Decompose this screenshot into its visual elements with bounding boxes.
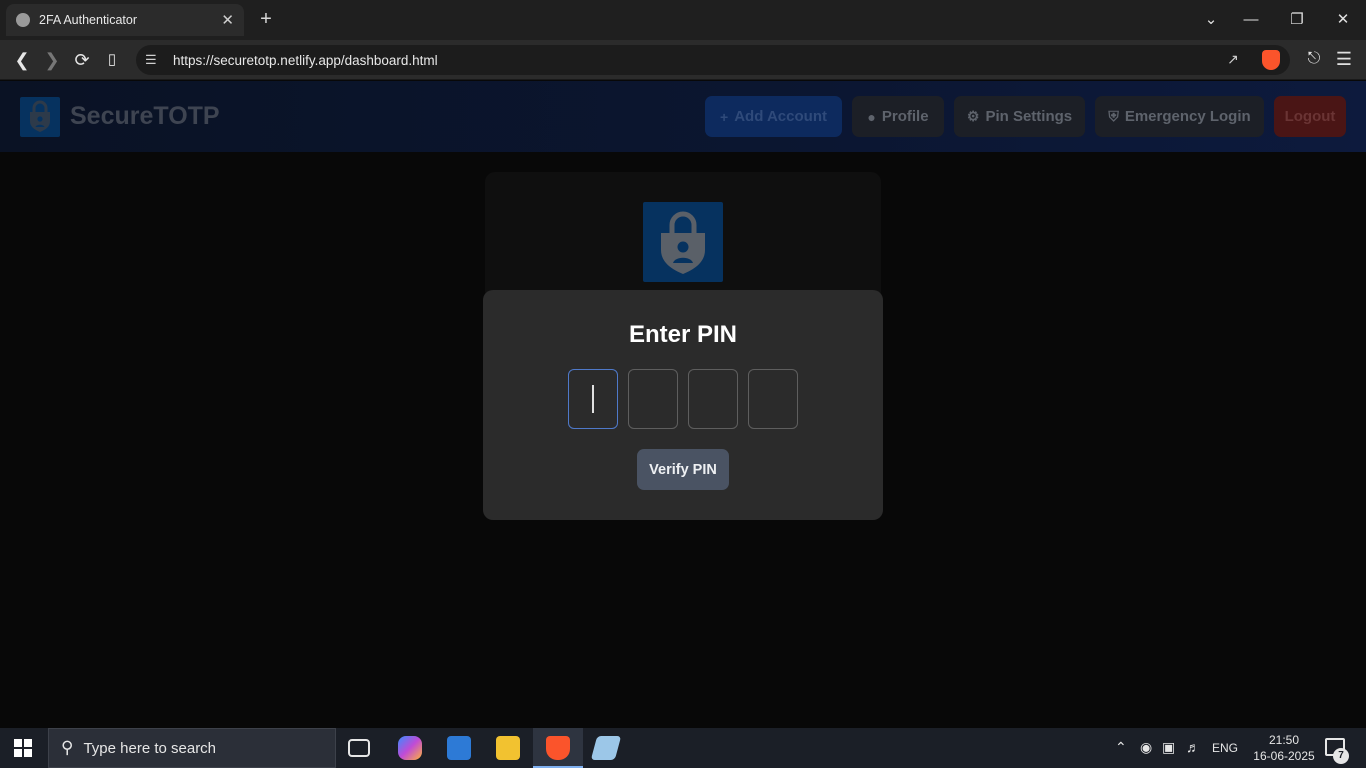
reload-icon[interactable]: ⟳ [68,46,96,74]
taskbar-search-box[interactable]: ⚲ Type here to search [48,728,336,768]
taskbar-clock[interactable]: 21:50 16-06-2025 [1249,732,1319,764]
pin-digit-4[interactable] [748,369,798,429]
browser-tab-bar: 2FA Authenticator ✕ + ⌄ — ❐ ✕ [0,0,1366,40]
camera-icon[interactable]: ◉ [1140,739,1152,756]
pin-digit-3[interactable] [688,369,738,429]
browser-tab[interactable]: 2FA Authenticator ✕ [6,4,244,36]
modal-title: Enter PIN [628,321,738,348]
windows-start-icon[interactable] [14,739,32,757]
user-icon: ● [867,108,876,125]
new-tab-button[interactable]: + [254,7,278,31]
notification-count-badge: 7 [1333,748,1349,764]
logout-label: Logout [1284,108,1336,125]
back-icon[interactable]: ❮ [8,46,36,74]
volume-icon[interactable]: ♬ [1186,739,1200,755]
text-caret [592,385,594,413]
url-text: https://securetotp.netlify.app/dashboard… [173,52,438,68]
network-icon[interactable]: ▣ [1162,739,1175,756]
task-view-icon[interactable] [348,739,370,757]
clock-time: 21:50 [1268,733,1300,747]
taskbar: ⚲ Type here to search ⌃ ◉ ▣ ♬ ENG 21:50 … [0,728,1366,768]
brave-shields-icon[interactable] [1262,50,1280,70]
profile-label: Profile [881,108,929,125]
brave-browser-icon[interactable] [546,736,570,760]
show-hidden-icons-chevron-icon[interactable]: ⌃ [1115,739,1127,756]
share-icon[interactable]: ↗ [1224,51,1242,69]
app-name: SecureTOTP [70,102,220,130]
logout-button[interactable]: Logout [1274,96,1346,137]
pin-settings-button[interactable]: ⚙ Pin Settings [954,96,1085,137]
gear-icon: ⚙ [966,108,980,124]
emergency-login-label: Emergency Login [1124,108,1251,125]
window-close-button[interactable]: ✕ [1329,6,1357,34]
pin-digit-2[interactable] [628,369,678,429]
lock-shield-icon [643,202,723,282]
bookmark-icon[interactable]: ▯ [98,46,126,74]
search-placeholder: Type here to search [83,739,217,757]
tab-list-chevron-icon[interactable]: ⌄ [1197,6,1225,34]
pin-modal: Enter PIN Verify PIN [483,290,883,520]
address-bar[interactable]: ☰ https://securetotp.netlify.app/dashboa… [136,45,1290,75]
globe-icon [16,13,30,27]
app-header: SecureTOTP + Add Account ● Profile ⚙ Pin… [0,81,1366,152]
restore-button[interactable]: ❐ [1283,6,1311,34]
verify-pin-button[interactable]: Verify PIN [637,449,729,490]
tab-close-icon[interactable]: ✕ [221,11,234,29]
add-account-label: Add Account [734,108,827,125]
forward-icon[interactable]: ❯ [38,46,66,74]
language-indicator[interactable]: ENG [1212,741,1238,755]
notepad-icon[interactable] [590,736,622,760]
add-account-button[interactable]: + Add Account [705,96,842,137]
extensions-icon[interactable]: ⎋ [1303,48,1325,70]
plus-icon: + [720,108,729,125]
clock-date: 16-06-2025 [1253,749,1315,763]
pin-settings-label: Pin Settings [985,108,1073,125]
browser-menu-icon[interactable]: ☰ [1333,48,1355,70]
search-icon: ⚲ [61,738,74,757]
shield-icon: ⛨ [1108,108,1119,124]
file-explorer-icon[interactable] [496,736,520,760]
profile-button[interactable]: ● Profile [852,96,944,137]
browser-toolbar: ❮ ❯ ⟳ ▯ ☰ https://securetotp.netlify.app… [0,40,1366,80]
minimize-button[interactable]: — [1237,6,1265,34]
lock-shield-logo-icon [20,97,60,137]
copilot-icon[interactable] [398,736,422,760]
tab-title: 2FA Authenticator [39,13,137,27]
emergency-login-button[interactable]: ⛨ Emergency Login [1095,96,1264,137]
site-settings-icon[interactable]: ☰ [145,53,159,67]
microsoft-store-icon[interactable] [447,736,471,760]
